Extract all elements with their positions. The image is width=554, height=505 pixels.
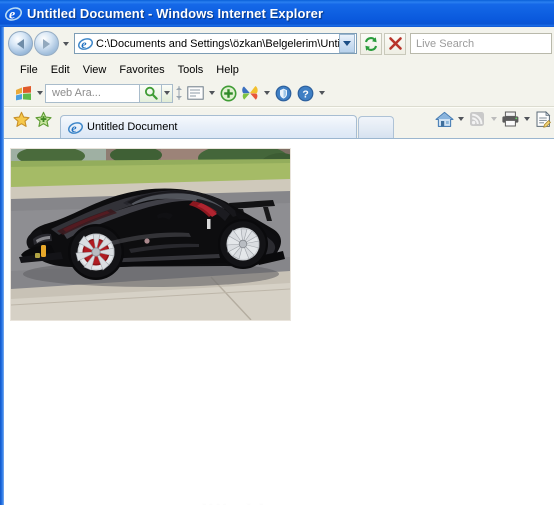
web-search-go-button[interactable]	[140, 83, 162, 103]
favorites-buttons	[10, 104, 54, 138]
form-fill-icon[interactable]	[184, 83, 206, 104]
address-field[interactable]: e C:\Documents and Settings\özkan\Belgel…	[74, 33, 357, 54]
address-bar: e C:\Documents and Settings\özkan\Belgel…	[4, 27, 554, 60]
page-icon[interactable]	[532, 109, 554, 130]
home-dropdown[interactable]	[455, 109, 466, 129]
new-tab-button[interactable]	[358, 116, 394, 138]
live-search-placeholder: Live Search	[416, 37, 475, 50]
menu-item-favorites[interactable]: Favorites	[113, 62, 171, 78]
tab-untitled-document[interactable]: e Untitled Document	[60, 115, 357, 138]
form-fill-dropdown[interactable]	[206, 83, 217, 103]
help-dropdown[interactable]	[316, 83, 327, 103]
chevron-down-icon	[208, 91, 215, 95]
chevron-down-icon	[318, 91, 325, 95]
web-search-placeholder: web Ara...	[52, 87, 101, 99]
chevron-down-icon	[343, 41, 351, 46]
title-bar: e Untitled Document - Windows Internet E…	[0, 0, 554, 27]
internet-explorer-icon: e	[77, 36, 93, 52]
refresh-button[interactable]	[360, 32, 382, 55]
forward-button[interactable]	[34, 31, 59, 56]
chevron-down-icon	[457, 117, 464, 121]
address-url-text: C:\Documents and Settings\özkan\Belgeler…	[96, 37, 339, 50]
chevron-down-icon	[164, 91, 170, 95]
page-watermark: www.dijitablara.com	[144, 499, 341, 505]
stop-x-icon	[388, 36, 403, 51]
windows-flag-icon[interactable]	[12, 83, 34, 104]
svg-text:e: e	[81, 37, 87, 51]
tab-bar-command-buttons	[433, 104, 554, 138]
svg-text:e: e	[71, 121, 77, 135]
stop-button[interactable]	[384, 32, 406, 55]
messenger-dropdown[interactable]	[261, 83, 272, 103]
magnifier-icon	[144, 86, 158, 100]
tab-bar: e Untitled Document	[4, 108, 554, 138]
menu-bar: File Edit View Favorites Tools Help	[4, 60, 554, 80]
tab-label: Untitled Document	[87, 121, 178, 133]
shield-circle-icon[interactable]	[272, 83, 294, 104]
live-search-input[interactable]: Live Search	[410, 33, 552, 54]
chevron-down-icon	[263, 91, 270, 95]
chevron-down-icon	[490, 117, 497, 121]
plus-circle-icon[interactable]	[217, 83, 239, 104]
back-button[interactable]	[8, 31, 33, 56]
printer-dropdown[interactable]	[521, 109, 532, 129]
address-dropdown-button[interactable]	[339, 34, 355, 53]
chevron-down-icon	[63, 41, 69, 46]
car-photo-image	[10, 148, 291, 321]
star-plus-icon[interactable]	[32, 109, 54, 130]
web-search-dropdown[interactable]	[162, 83, 173, 103]
svg-text:e: e	[9, 8, 15, 23]
menu-item-edit[interactable]: Edit	[45, 62, 77, 78]
msn-toolbar: web Ara... ?	[4, 80, 554, 107]
menu-item-file[interactable]: File	[14, 62, 45, 78]
menu-item-view[interactable]: View	[77, 62, 114, 78]
forward-arrow-icon	[43, 38, 50, 49]
svg-text:?: ?	[302, 88, 308, 100]
menu-item-help[interactable]: Help	[210, 62, 246, 78]
web-search-input[interactable]: web Ara...	[45, 83, 140, 103]
help-question-icon[interactable]: ?	[294, 83, 316, 104]
chevron-down-icon	[36, 91, 43, 95]
browser-window: e Untitled Document - Windows Internet E…	[0, 0, 554, 505]
msn-butterfly-icon[interactable]	[239, 83, 261, 104]
refresh-icon	[363, 36, 379, 52]
page-content: www.dijitablara.com	[4, 138, 554, 505]
window-title: Untitled Document - Windows Internet Exp…	[27, 6, 324, 21]
printer-icon[interactable]	[499, 109, 521, 130]
chevron-down-icon	[523, 117, 530, 121]
back-arrow-icon	[17, 38, 24, 49]
star-icon[interactable]	[10, 109, 32, 130]
rss-feed-icon[interactable]	[466, 109, 488, 130]
home-icon[interactable]	[433, 109, 455, 130]
internet-explorer-icon: e	[5, 5, 22, 22]
menu-item-tools[interactable]: Tools	[172, 62, 211, 78]
rss-feed-dropdown[interactable]	[488, 109, 499, 129]
internet-explorer-icon: e	[67, 119, 83, 135]
windows-flag-dropdown[interactable]	[34, 83, 45, 103]
drag-handle-icon[interactable]	[173, 83, 184, 103]
recent-pages-button[interactable]	[60, 34, 72, 54]
